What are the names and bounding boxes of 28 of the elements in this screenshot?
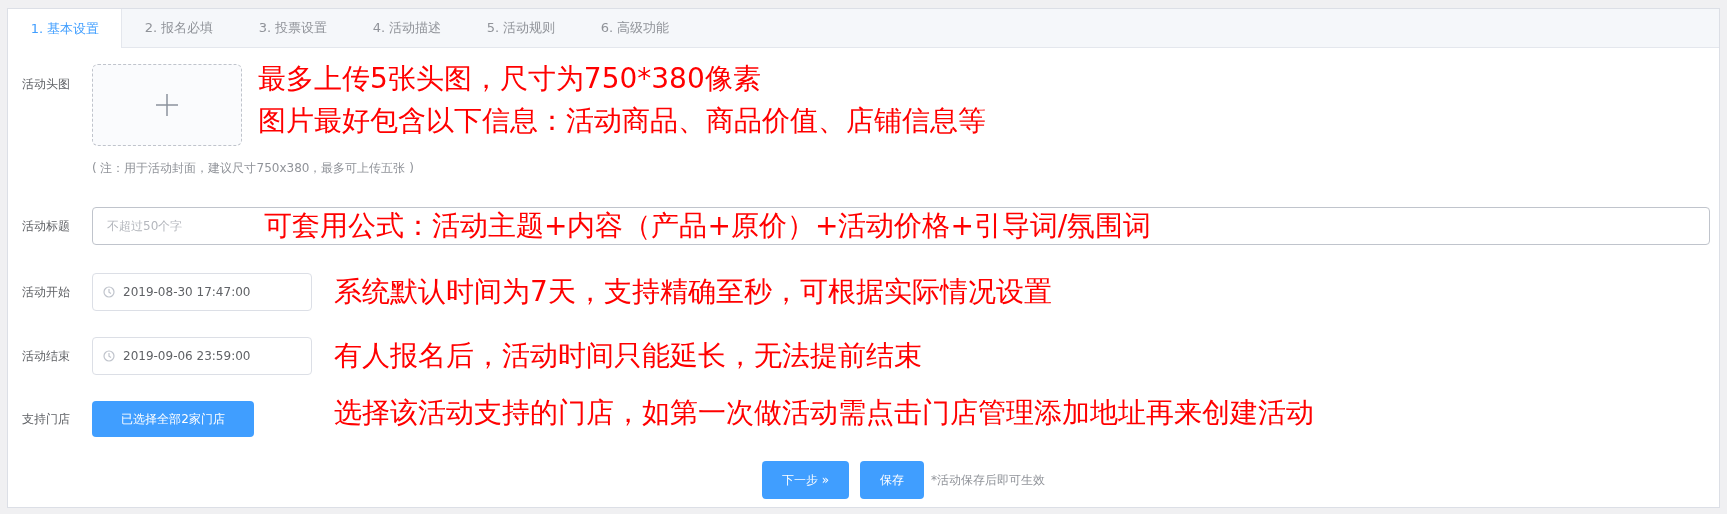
tab[interactable]: 3. 投票设置 — [236, 9, 350, 47]
annotation-text: 选择该活动支持的门店，如第一次做活动需点击门店管理添加地址再来创建活动 — [334, 395, 1314, 431]
annotation-text: 最多上传5张头图，尺寸为750*380像素 — [258, 61, 762, 97]
annotation-text: 系统默认时间为7天，支持精确至秒，可根据实际情况设置 — [334, 274, 1052, 310]
date-field[interactable]: 2019-08-30 17:47:00 — [92, 273, 312, 311]
field-label: 支持门店 — [21, 410, 71, 428]
field-label: 活动头图 — [21, 76, 71, 93]
tab[interactable]: 2. 报名必填 — [122, 9, 236, 47]
upload-box[interactable] — [92, 64, 242, 146]
annotation-text: 图片最好包含以下信息：活动商品、商品价值、店铺信息等 — [258, 103, 986, 139]
save-button[interactable]: 保存 — [860, 461, 925, 499]
plus-icon — [155, 93, 179, 117]
clock-icon — [103, 350, 115, 362]
tab[interactable]: 6. 高级功能 — [578, 9, 692, 47]
next-button[interactable]: 下一步 » — [761, 461, 850, 499]
date-field[interactable]: 2019-09-06 23:59:00 — [92, 337, 312, 375]
annotation-text: 有人报名后，活动时间只能延长，无法提前结束 — [334, 338, 922, 374]
annotation-text: 可套用公式：活动主题+内容（产品+原价）+活动价格+引导词/氛围词 — [264, 209, 1152, 243]
store-select-button[interactable]: 已选择全部2家门店 — [92, 401, 254, 437]
field-label: 活动结束 — [21, 347, 71, 365]
field-label: 活动标题 — [21, 217, 71, 235]
tab[interactable]: 4. 活动描述 — [350, 9, 464, 47]
field-label: 活动开始 — [21, 283, 71, 301]
tab[interactable]: 1. 基本设置 — [8, 9, 122, 48]
tab[interactable]: 5. 活动规则 — [464, 9, 578, 47]
hint-text: ( 注：用于活动封面，建议尺寸750x380，最多可上传五张 ) — [92, 160, 415, 177]
hint-text: *活动保存后即可生效 — [931, 471, 1046, 489]
clock-icon — [103, 286, 115, 298]
